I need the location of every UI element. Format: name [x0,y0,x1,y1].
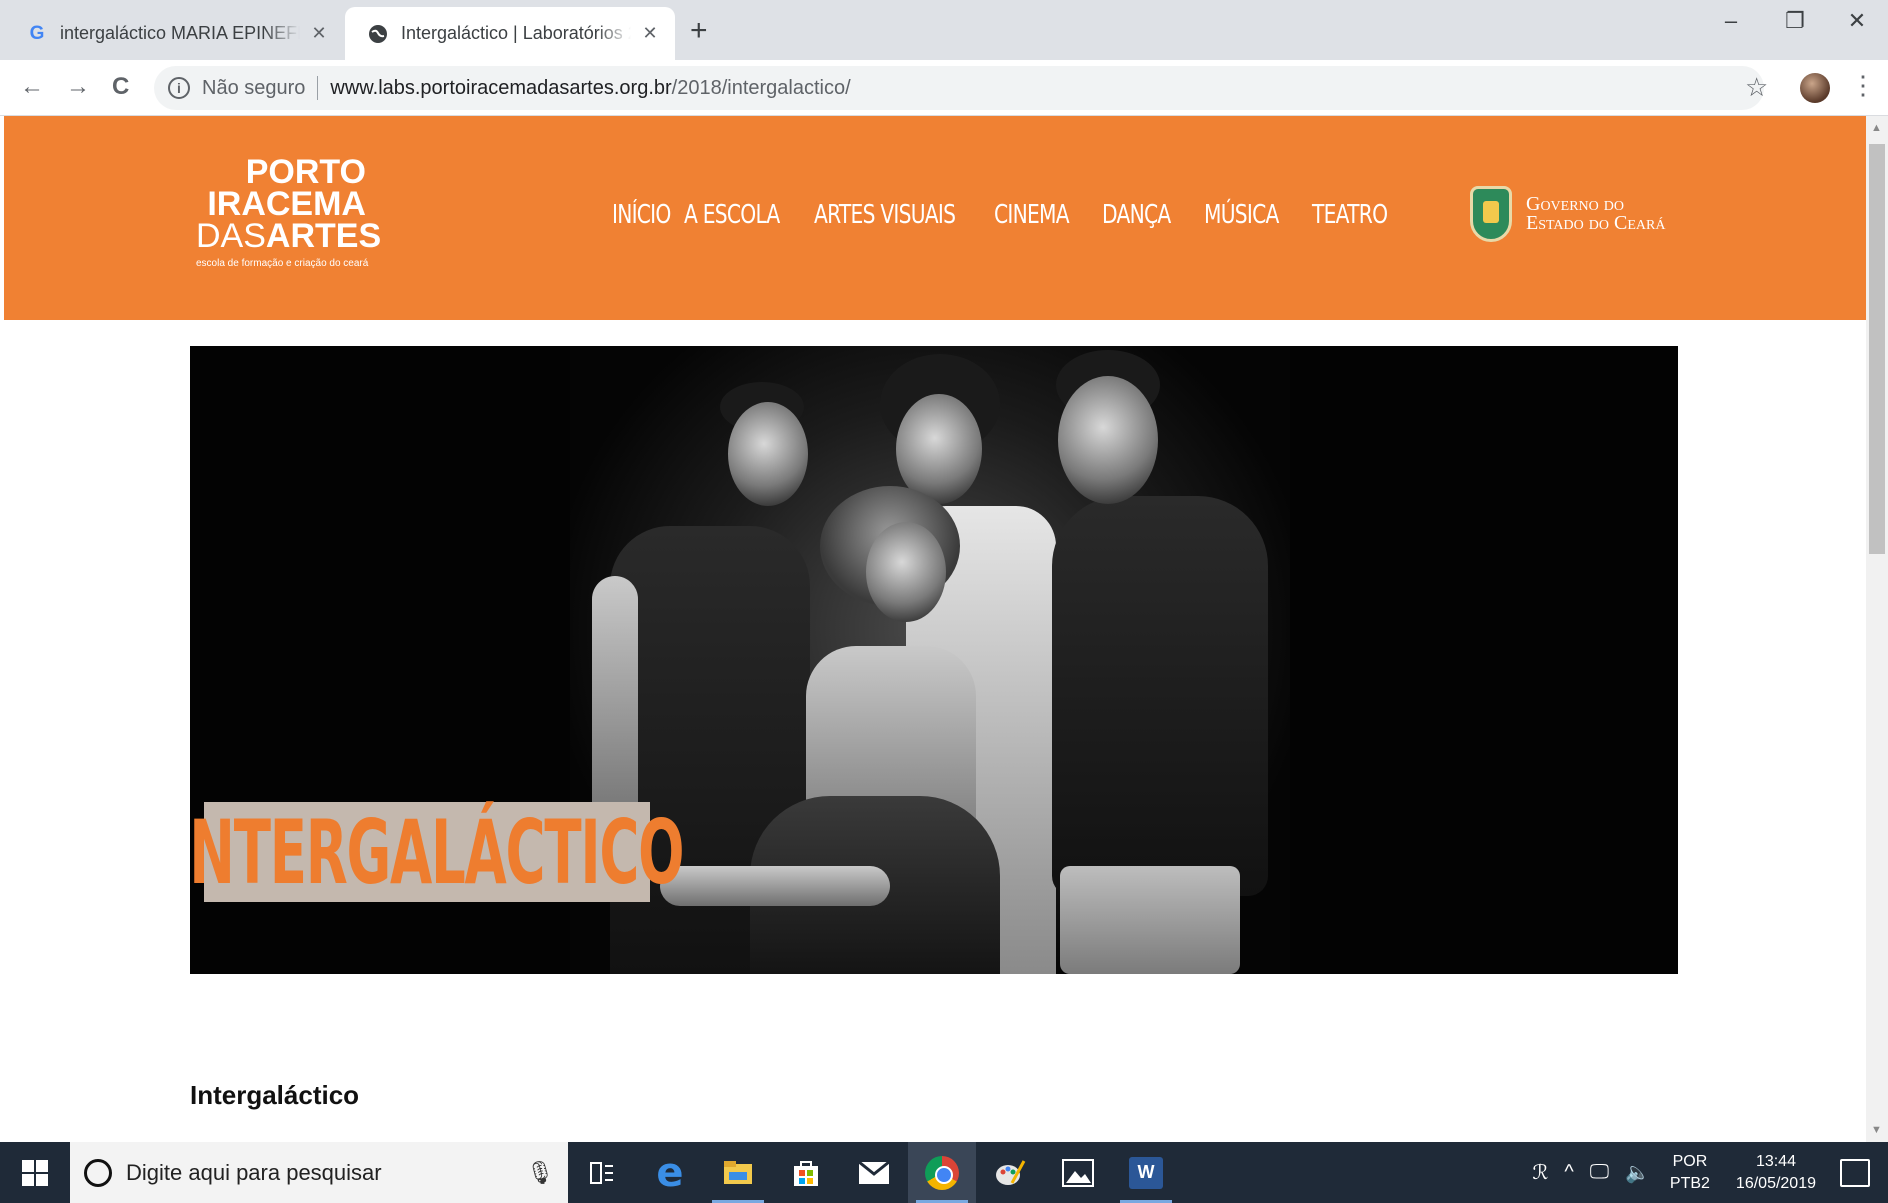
search-placeholder: Digite aqui para pesquisar [126,1159,382,1185]
minimize-button[interactable]: – [1708,8,1754,34]
page-viewport: PORTO IRACEMA DASARTES escola de formaçã… [4,116,1866,1142]
close-window-button[interactable]: ✕ [1834,8,1880,34]
bookmark-star-icon[interactable]: ☆ [1745,72,1768,103]
security-label: Não seguro [202,76,306,99]
nav-item-artes-visuais[interactable]: ARTES VISUAIS [814,200,956,230]
hero-title-box: INTERGALÁCTICO [190,801,685,904]
tab-intergalactico[interactable]: Intergaláctico | Laboratórios 2018 ✕ [345,7,675,60]
network-icon[interactable]: 🖵 [1590,1161,1609,1184]
hero-title: INTERGALÁCTICO [190,800,685,904]
volume-icon[interactable]: 🔈 [1625,1160,1650,1185]
clock-time: 13:44 [1755,1152,1796,1170]
task-view-icon[interactable] [568,1142,636,1203]
file-explorer-icon[interactable] [704,1142,772,1203]
government-text: Governo do Estado do Ceará [1526,194,1666,234]
logo-line-1: PORTO [245,153,366,191]
globe-icon [367,23,389,45]
photos-icon[interactable] [1044,1142,1112,1203]
government-logo[interactable]: Governo do Estado do Ceará [1470,186,1665,242]
store-icon[interactable] [772,1142,840,1203]
input-language-indicator[interactable]: POR PTB2 [1670,1151,1710,1195]
info-icon[interactable]: i [168,77,190,99]
reload-button[interactable]: C [112,73,129,101]
new-tab-button[interactable]: + [690,14,708,48]
address-bar[interactable]: i Não seguro www.labs.portoiracemadasart… [154,66,1764,110]
url-path: /2018/intergalactico/ [671,76,851,99]
browser-toolbar: ← → C i Não seguro www.labs.portoiracema… [0,60,1888,116]
microphone-icon[interactable]: 🎙 [526,1160,554,1186]
nav-item-teatro[interactable]: TEATRO [1312,200,1390,230]
url-host: www.labs.portoiracemadasartes.org.br [330,76,672,99]
nav-item-cinema[interactable]: CINEMA [994,200,1078,230]
desktop-screen: G intergaláctico MARIA EPINEFRINA ✕ Inte… [0,0,1888,1203]
forward-button[interactable]: → [66,73,90,101]
tab-title: intergaláctico MARIA EPINEFRINA [60,23,300,43]
nav-item-danca[interactable]: DANÇA [1102,200,1182,230]
taskbar-clock[interactable]: 13:44 16/05/2019 [1736,1151,1816,1195]
site-header: PORTO IRACEMA DASARTES escola de formaçã… [4,116,1866,320]
windows-logo-icon [22,1159,48,1186]
profile-avatar[interactable] [1800,73,1830,103]
logo-line-3: DASARTES [196,217,381,255]
logo-line-2: IRACEMA [207,185,366,223]
government-line-2: Estado do Ceará [1526,212,1666,234]
page-title: Intergaláctico [190,1080,360,1110]
browser-tab-strip: G intergaláctico MARIA EPINEFRINA ✕ Inte… [0,0,1888,60]
scroll-down-arrow-icon[interactable]: ▼ [1871,1124,1882,1136]
state-crest-icon [1470,186,1512,242]
hero-image: INTERGALÁCTICO [190,346,1678,974]
windows-taskbar: Digite aqui para pesquisar 🎙 e W ℛ ^ 🖵 🔈 [0,1142,1888,1203]
cortana-icon [84,1158,112,1187]
scrollbar-thumb[interactable] [1869,144,1885,554]
keyboard-layout: PTB2 [1669,1174,1710,1192]
taskbar-search[interactable]: Digite aqui para pesquisar 🎙 [70,1142,568,1203]
main-nav: INÍCIO A ESCOLA ARTES VISUAIS CINEMA DAN… [612,200,1412,230]
language-code: POR [1672,1152,1708,1170]
logo-artes: ARTES [265,217,382,255]
show-hidden-icons-chevron-icon[interactable]: ^ [1564,1161,1573,1184]
back-button[interactable]: ← [20,73,44,101]
chrome-icon[interactable] [908,1142,976,1203]
word-icon[interactable]: W [1112,1142,1180,1203]
close-tab-icon[interactable]: ✕ [308,23,330,44]
close-tab-icon[interactable]: ✕ [639,23,661,44]
logo-das: DAS [196,217,266,255]
paint-icon[interactable] [976,1142,1044,1203]
system-tray: ℛ ^ 🖵 🔈 POR PTB2 13:44 16/05/2019 [1524,1142,1888,1203]
action-center-icon[interactable] [1840,1158,1870,1187]
nav-item-musica[interactable]: MÚSICA [1204,200,1288,230]
nav-item-a-escola[interactable]: A ESCOLA [684,200,785,230]
page-scrollbar[interactable]: ▲ ▼ [1866,116,1888,1142]
mail-icon[interactable] [840,1142,908,1203]
logo-tagline: escola de formação e criação do ceará [196,258,369,269]
clock-date: 16/05/2019 [1735,1174,1816,1192]
restore-button[interactable]: ❐ [1772,8,1818,34]
google-icon: G [29,22,45,44]
tab-title: Intergaláctico | Laboratórios 2018 [401,23,631,43]
start-button[interactable] [0,1142,70,1203]
tab-google-search[interactable]: G intergaláctico MARIA EPINEFRINA ✕ [4,7,344,60]
people-icon[interactable]: ℛ [1532,1160,1548,1185]
browser-menu-icon[interactable]: ⋮ [1850,70,1876,101]
nav-item-inicio[interactable]: INÍCIO [612,200,671,230]
word-logo: W [1129,1156,1163,1189]
site-logo[interactable]: PORTO IRACEMA DASARTES escola de formaçã… [196,153,381,269]
edge-icon[interactable]: e [636,1142,704,1203]
scroll-up-arrow-icon[interactable]: ▲ [1871,122,1882,134]
divider [317,76,319,100]
chrome-logo [925,1155,959,1190]
